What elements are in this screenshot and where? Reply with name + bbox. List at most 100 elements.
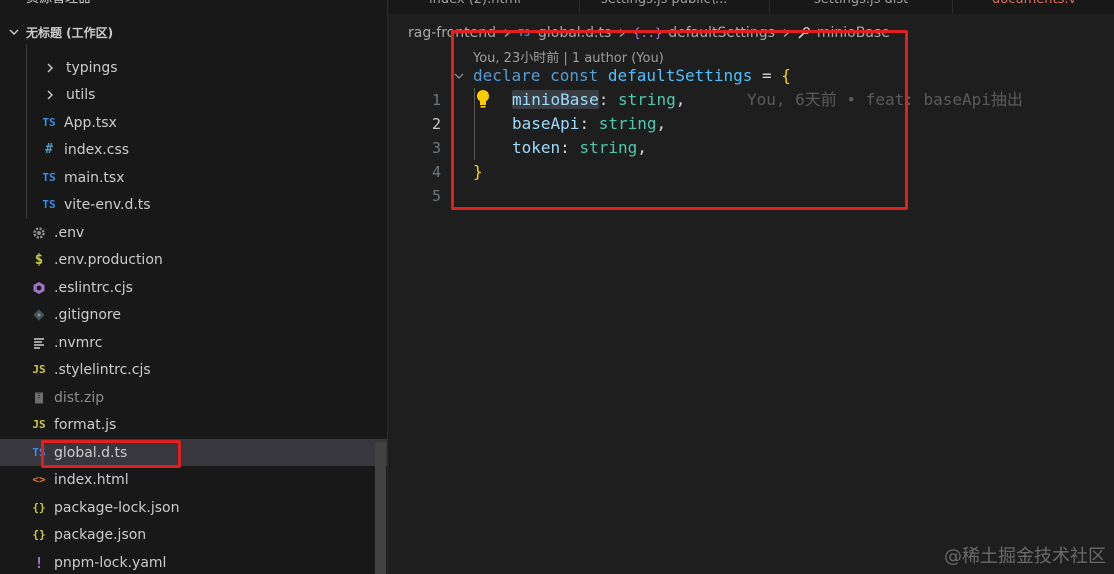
tree-file-main-tsx[interactable]: TS main.tsx — [0, 164, 387, 191]
gear-icon — [30, 224, 48, 242]
tree-file-format-js[interactable]: JS format.js — [0, 411, 387, 438]
tree-item-label: utils — [66, 86, 96, 103]
breadcrumb-property[interactable]: minioBase — [817, 25, 890, 41]
line-number: 5 — [431, 187, 441, 205]
token-bracket: { — [781, 66, 791, 85]
inline-blame: You, 6天前 • feat: baseApi抽出 — [747, 90, 1023, 109]
yaml-exclamation-icon: ! — [34, 553, 44, 572]
tree-item-label: package.json — [54, 526, 147, 543]
chevron-right-icon — [44, 62, 62, 74]
code-text: baseApi: string, — [512, 112, 666, 136]
tree-item-label: .gitignore — [54, 306, 121, 323]
git-icon — [30, 306, 48, 324]
token-keyword: const — [550, 66, 599, 85]
token-punctuation: : — [598, 90, 618, 109]
tree-file-gitignore[interactable]: .gitignore — [0, 301, 387, 328]
tree-file-global-d-ts[interactable]: TS global.d.ts — [0, 439, 387, 466]
tree-item-label: pnpm-lock.yaml — [54, 554, 167, 571]
chevron-right-icon — [44, 89, 62, 101]
tree-item-label: global.d.ts — [54, 444, 128, 461]
code-line-5[interactable]: 5 } — [389, 160, 1114, 205]
tree-item-label: format.js — [54, 416, 117, 433]
token-type: string — [598, 114, 657, 133]
tree-file-index-css[interactable]: # index.css — [0, 136, 387, 163]
tree-item-label: main.tsx — [64, 169, 125, 186]
workspace-header[interactable]: 无标题 (工作区) — [0, 20, 387, 44]
tree-item-label: .env — [54, 224, 85, 241]
token-operator: = — [752, 66, 782, 85]
token-identifier: defaultSettings — [607, 66, 753, 85]
tree-file-app-tsx[interactable]: TS App.tsx — [0, 109, 387, 136]
tree-item-label: .stylelintrc.cjs — [54, 361, 151, 378]
token-property: baseApi — [512, 114, 580, 133]
workspace-title: 无标题 (工作区) — [26, 25, 114, 40]
tree-item-label: index.css — [64, 141, 130, 158]
typescript-icon: TS — [517, 27, 530, 39]
typescript-icon: TS — [32, 446, 46, 459]
token-punctuation: : — [560, 138, 580, 157]
tab-separator — [769, 0, 770, 14]
token-property: minioBase — [512, 90, 599, 109]
tree-file-stylelintrc[interactable]: JS .stylelintrc.cjs — [0, 356, 387, 383]
tree-item-label: typings — [66, 59, 118, 76]
symbol-object-icon: {..} — [633, 26, 663, 40]
breadcrumb-folder[interactable]: rag-frontend — [408, 25, 496, 41]
chevron-right-icon — [502, 28, 512, 38]
chevron-right-icon — [781, 28, 791, 38]
tab-separator — [952, 0, 953, 14]
dollar-icon: $ — [34, 251, 44, 268]
code-line-1[interactable]: 1 declare const defaultSettings = { — [389, 64, 1114, 109]
code-text: minioBase: string, — [512, 88, 685, 112]
tree-item-label: dist.zip — [54, 389, 105, 406]
tree-folder-utils[interactable]: utils — [0, 81, 387, 108]
tree-file-package-lock[interactable]: {} package-lock.json — [0, 494, 387, 521]
explorer-title: 资源管理器 — [26, 0, 91, 8]
code-line-3[interactable]: 3 baseApi: string, — [389, 112, 1114, 157]
tab-index-html[interactable]: index (2).html — [429, 0, 521, 14]
breadcrumb: rag-frontend TS global.d.ts {..} default… — [408, 23, 890, 43]
tree-item-label: package-lock.json — [54, 499, 180, 516]
tree-file-pnpm-lock[interactable]: ! pnpm-lock.yaml — [0, 549, 387, 574]
editor-tabs: index (2).html settings.js public\... se… — [389, 0, 1114, 14]
tree-file-env[interactable]: .env — [0, 219, 387, 246]
tree-item-label: vite-env.d.ts — [64, 196, 151, 213]
javascript-icon: JS — [32, 418, 46, 431]
tree-file-index-html[interactable]: <> index.html — [0, 466, 387, 493]
tree-item-label: .eslintrc.cjs — [54, 279, 133, 296]
css-hash-icon: # — [45, 142, 53, 157]
breadcrumb-file[interactable]: global.d.ts — [538, 25, 611, 41]
token-property: token — [512, 138, 561, 157]
tab-documents[interactable]: documents.v — [992, 0, 1076, 14]
token-keyword: declare — [473, 66, 541, 85]
chevron-down-icon — [8, 26, 24, 38]
token-type: string — [579, 138, 638, 157]
tree-folder-typings[interactable]: typings — [0, 54, 387, 81]
chevron-right-icon — [617, 28, 627, 38]
watermark: @稀土掘金技术社区 — [944, 546, 1106, 567]
tree-file-eslintrc[interactable]: .eslintrc.cjs — [0, 274, 387, 301]
token-punctuation: , — [637, 138, 647, 157]
wrench-property-icon — [797, 26, 811, 40]
tree-file-package-json[interactable]: {} package.json — [0, 521, 387, 548]
tree-file-vite-env[interactable]: TS vite-env.d.ts — [0, 191, 387, 218]
tree-item-label: index.html — [54, 471, 129, 488]
code-text: declare const defaultSettings = { — [473, 64, 791, 88]
token-type: string — [617, 90, 676, 109]
code-line-4[interactable]: 4 token: string, — [389, 136, 1114, 181]
tree-file-nvmrc[interactable]: .nvmrc — [0, 329, 387, 356]
tree-item-label: .env.production — [54, 251, 163, 268]
tree-file-dist-zip[interactable]: dist.zip — [0, 384, 387, 411]
tree-file-env-production[interactable]: $ .env.production — [0, 246, 387, 273]
tree-item-label: .nvmrc — [54, 334, 103, 351]
fold-chevron-down-icon[interactable] — [453, 64, 465, 88]
token-punctuation: : — [579, 114, 599, 133]
typescript-icon: TS — [42, 116, 56, 129]
tab-settings-dist[interactable]: settings.js dist — [814, 0, 908, 14]
breadcrumb-symbol[interactable]: defaultSettings — [668, 25, 775, 41]
lightbulb-icon[interactable] — [474, 88, 492, 110]
tab-settings-public[interactable]: settings.js public\... — [601, 0, 727, 14]
json-icon: {} — [32, 528, 46, 541]
token-bracket: } — [473, 162, 483, 181]
tab-separator — [579, 0, 580, 14]
sidebar-scrollbar[interactable] — [375, 442, 386, 574]
